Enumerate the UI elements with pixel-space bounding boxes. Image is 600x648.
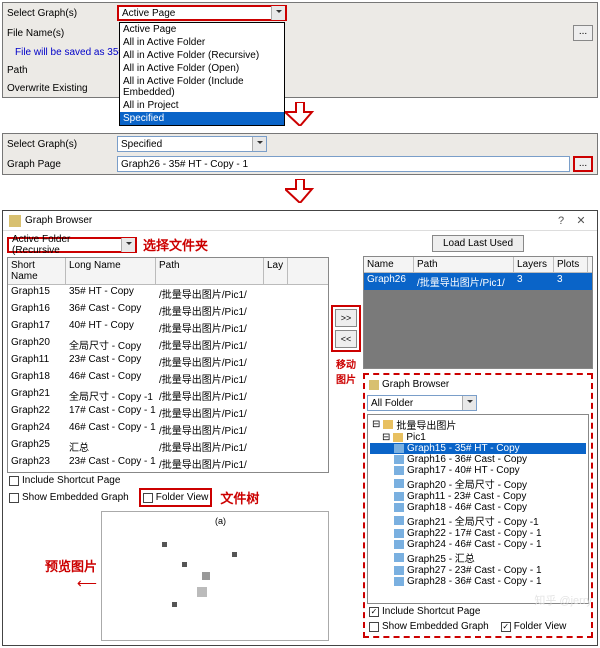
select-graphs-combo[interactable]: Active Page Active Page All in Active Fo… [117, 5, 287, 21]
export-settings-panel: Select Graph(s) Active Page Active Page … [2, 2, 598, 98]
annotation-move: 移动图片 [336, 356, 356, 386]
table-row[interactable]: Graph21全局尺寸 - Copy -1/批量导出图片/Pic1/ [8, 387, 328, 404]
annotation-file-tree: 文件树 [220, 488, 259, 507]
select-graphs-label: Select Graph(s) [7, 139, 117, 150]
annotation-select-folder: 选择文件夹 [143, 235, 208, 254]
graph-page-label: Graph Page [7, 159, 117, 170]
table-row[interactable]: Graph1740# HT - Copy/批量导出图片/Pic1/ [8, 319, 328, 336]
dropdown-option[interactable]: All in Active Folder (Recursive) [120, 49, 284, 62]
dropdown-option[interactable]: All in Project [120, 99, 284, 112]
folder-icon [383, 420, 393, 429]
graph-page-field[interactable]: Graph26 - 35# HT - Copy - 1 [117, 156, 570, 172]
tree-item[interactable]: Graph15 - 35# HT - Copy [370, 443, 586, 454]
dropdown-option-selected[interactable]: Specified [120, 112, 284, 125]
folder-tree[interactable]: ⊟批量导出图片 ⊟Pic1 Graph15 - 35# HT - CopyGra… [367, 414, 589, 604]
select-graphs-dropdown: Active Page All in Active Folder All in … [119, 22, 285, 126]
graph-icon [394, 455, 404, 464]
graph-icon [394, 492, 404, 501]
flow-arrow-icon [0, 177, 600, 208]
tree-item[interactable]: Graph22 - 17# Cast - Copy - 1 [370, 528, 586, 539]
folder-scope-combo[interactable]: Active Folder (Recursive [7, 237, 137, 253]
annotation-preview: 预览图片 [7, 556, 97, 575]
graph-icon [394, 479, 404, 488]
include-shortcut-checkbox[interactable] [9, 476, 19, 486]
app-icon [9, 215, 21, 227]
app-icon [369, 380, 379, 390]
specified-panel: Select Graph(s) Specified Graph Page Gra… [2, 133, 598, 175]
browse-graph-button[interactable]: ... [573, 156, 593, 172]
dropdown-option[interactable]: Active Page [120, 23, 284, 36]
graph-icon [394, 444, 404, 453]
graph-icon [394, 503, 404, 512]
graph-icon [394, 553, 404, 562]
graph-icon [394, 516, 404, 525]
flow-arrow-icon [0, 100, 600, 131]
table-row[interactable]: Graph2446# Cast - Copy - 1/批量导出图片/Pic1/ [8, 421, 328, 438]
select-graphs-label: Select Graph(s) [7, 8, 117, 19]
folder-view-checkbox-2[interactable]: ✓ [501, 622, 511, 632]
graph-list-table[interactable]: Short Name Long Name Path Lay Graph1535#… [7, 257, 329, 473]
folder-view-checkbox[interactable] [143, 493, 153, 503]
graph-icon [394, 540, 404, 549]
tree-item[interactable]: Graph16 - 36# Cast - Copy [370, 454, 586, 465]
include-shortcut-checkbox-2[interactable]: ✓ [369, 607, 379, 617]
table-row[interactable]: Graph26/批量导出图片/Pic1/33 [364, 273, 592, 290]
help-button[interactable]: ? [551, 215, 571, 227]
table-row[interactable]: Graph20全局尺寸 - Copy/批量导出图片/Pic1/ [8, 336, 328, 353]
show-embedded-checkbox-2[interactable] [369, 622, 379, 632]
table-row[interactable]: Graph2217# Cast - Copy - 1/批量导出图片/Pic1/ [8, 404, 328, 421]
selected-graphs-table[interactable]: Name Path Layers Plots Graph26/批量导出图片/Pi… [363, 256, 593, 369]
close-button[interactable]: ✕ [571, 214, 591, 227]
show-embedded-checkbox[interactable] [9, 493, 19, 503]
tree-item[interactable]: Graph24 - 46# Cast - Copy - 1 [370, 539, 586, 550]
table-header: Short Name Long Name Path Lay [8, 258, 328, 285]
graph-browser-window: Graph Browser ? ✕ Active Folder (Recursi… [2, 210, 598, 646]
graph-icon [394, 529, 404, 538]
tree-item[interactable]: Graph21 - 全局尺寸 - Copy -1 [370, 513, 586, 528]
tree-item[interactable]: Graph20 - 全局尺寸 - Copy [370, 476, 586, 491]
graph-icon [394, 566, 404, 575]
browse-button[interactable]: ... [573, 25, 593, 41]
dropdown-option[interactable]: All in Active Folder (Open) [120, 62, 284, 75]
all-folder-combo[interactable]: All Folder [367, 395, 477, 411]
move-right-button[interactable]: >> [335, 309, 357, 327]
arrow-icon: ⟵ [7, 575, 97, 592]
load-last-button[interactable]: Load Last Used [432, 235, 524, 252]
tree-item[interactable]: Graph25 - 汇总 [370, 550, 586, 565]
watermark: 知乎 @jerry [534, 592, 592, 608]
table-row[interactable]: Graph1123# Cast - Copy/批量导出图片/Pic1/ [8, 353, 328, 370]
chevron-down-icon[interactable] [252, 137, 266, 151]
graph-icon [394, 577, 404, 586]
overwrite-label: Overwrite Existing [7, 83, 117, 94]
graph-icon [394, 466, 404, 475]
tree-item[interactable]: Graph11 - 23# Cast - Copy [370, 491, 586, 502]
move-left-button[interactable]: << [335, 330, 357, 348]
dropdown-option[interactable]: All in Active Folder [120, 36, 284, 49]
chevron-down-icon[interactable] [121, 238, 135, 252]
path-label: Path [7, 65, 117, 76]
folder-icon [393, 433, 403, 442]
titlebar: Graph Browser ? ✕ [3, 211, 597, 231]
select-graphs-combo[interactable]: Specified [117, 136, 267, 152]
chevron-down-icon[interactable] [271, 6, 285, 20]
table-row[interactable]: Graph1636# Cast - Copy/批量导出图片/Pic1/ [8, 302, 328, 319]
window-title: Graph Browser [25, 215, 92, 226]
tree-item[interactable]: Graph27 - 23# Cast - Copy - 1 [370, 565, 586, 576]
file-names-label: File Name(s) [7, 28, 117, 39]
tree-item[interactable]: Graph17 - 40# HT - Copy [370, 465, 586, 476]
table-row[interactable]: Graph1846# Cast - Copy/批量导出图片/Pic1/ [8, 370, 328, 387]
table-row[interactable]: Graph25汇总/批量导出图片/Pic1/ [8, 438, 328, 455]
tree-item[interactable]: Graph18 - 46# Cast - Copy [370, 502, 586, 513]
graph-preview: (a) [101, 511, 329, 641]
chevron-down-icon[interactable] [462, 396, 476, 410]
dropdown-option[interactable]: All in Active Folder (Include Embedded) [120, 75, 284, 99]
table-row[interactable]: Graph2323# Cast - Copy - 1/批量导出图片/Pic1/ [8, 455, 328, 472]
tree-item[interactable]: Graph28 - 36# Cast - Copy - 1 [370, 576, 586, 587]
table-row[interactable]: Graph1535# HT - Copy/批量导出图片/Pic1/ [8, 285, 328, 302]
